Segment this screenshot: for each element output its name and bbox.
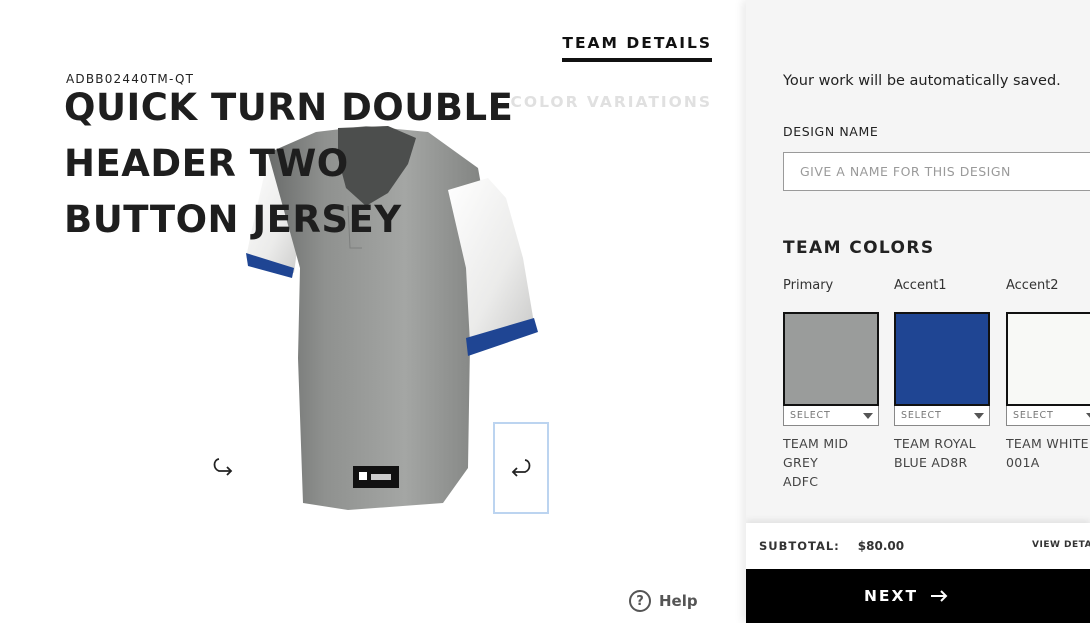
color-code-line: 001A xyxy=(1006,455,1040,470)
design-name-input[interactable] xyxy=(783,152,1090,191)
swatch-accent1: Accent1 SELECT TEAM ROYAL BLUE AD8R xyxy=(894,278,990,472)
swatch-color-name: TEAM ROYAL BLUE AD8R xyxy=(894,434,990,472)
swatch-color-name: TEAM MID GREY ADFC xyxy=(783,434,879,491)
select-label: SELECT xyxy=(790,410,831,421)
next-label: NEXT xyxy=(863,587,919,605)
product-title-line: QUICK TURN DOUBLE xyxy=(64,86,514,129)
chevron-down-icon xyxy=(974,412,984,419)
tab-team-details[interactable]: TEAM DETAILS xyxy=(562,34,712,62)
color-select-dropdown[interactable]: SELECT xyxy=(783,406,879,426)
help-icon: ? xyxy=(629,590,651,612)
product-title-line: BUTTON JERSEY xyxy=(64,198,402,241)
team-colors-heading: TEAM COLORS xyxy=(783,238,935,258)
color-code-line: ADFC xyxy=(783,474,819,489)
subtotal-label: SUBTOTAL: xyxy=(759,539,840,553)
swatch-accent2: Accent2 SELECT TEAM WHITE 001A xyxy=(1006,278,1090,472)
color-select-dropdown[interactable]: SELECT xyxy=(894,406,990,426)
color-code-line: BLUE AD8R xyxy=(894,455,968,470)
swatch-label: Primary xyxy=(783,278,834,293)
arrow-right-icon xyxy=(931,590,948,602)
color-name-line: TEAM MID GREY xyxy=(783,436,849,470)
swatch-primary: Primary SELECT TEAM MID GREY ADFC xyxy=(783,278,879,491)
design-name-label: DESIGN NAME xyxy=(783,124,879,139)
color-swatch[interactable] xyxy=(783,312,879,406)
subtotal-value: $80.00 xyxy=(857,539,905,553)
chevron-down-icon xyxy=(863,412,873,419)
next-button[interactable]: NEXT xyxy=(746,569,1090,623)
chevron-down-icon xyxy=(1086,412,1090,419)
rotate-left-icon xyxy=(213,458,233,476)
product-viewer: ADBB02440TM-QT QUICK TURN DOUBLE HEADER … xyxy=(0,0,746,623)
swatch-color-name: TEAM WHITE 001A xyxy=(1006,434,1090,472)
select-label: SELECT xyxy=(1013,410,1054,421)
product-title-line: HEADER TWO xyxy=(64,142,349,185)
rotate-right-button[interactable] xyxy=(493,422,549,514)
product-title: QUICK TURN DOUBLE HEADER TWO BUTTON JERS… xyxy=(64,80,524,248)
swatch-label: Accent1 xyxy=(894,278,947,293)
tab-color-variations[interactable]: COLOR VARIATIONS xyxy=(511,93,712,111)
color-select-dropdown[interactable]: SELECT xyxy=(1006,406,1090,426)
rotate-left-button[interactable] xyxy=(206,450,240,484)
color-swatch[interactable] xyxy=(1006,312,1090,406)
view-details-link[interactable]: VIEW DETAILS xyxy=(1032,540,1090,550)
swatch-label: Accent2 xyxy=(1006,278,1059,293)
select-label: SELECT xyxy=(901,410,942,421)
help-label: Help xyxy=(659,592,698,610)
rotate-right-icon xyxy=(511,459,531,477)
color-name-line: TEAM ROYAL xyxy=(894,436,976,451)
autosave-notice: Your work will be automatically saved. xyxy=(783,73,1061,89)
color-swatch[interactable] xyxy=(894,312,990,406)
help-button[interactable]: ? Help xyxy=(629,590,698,612)
subtotal-bar: SUBTOTAL: $80.00 VIEW DETAILS xyxy=(746,523,1090,569)
color-name-line: TEAM WHITE xyxy=(1006,436,1089,451)
team-details-panel: Your work will be automatically saved. D… xyxy=(746,0,1090,623)
